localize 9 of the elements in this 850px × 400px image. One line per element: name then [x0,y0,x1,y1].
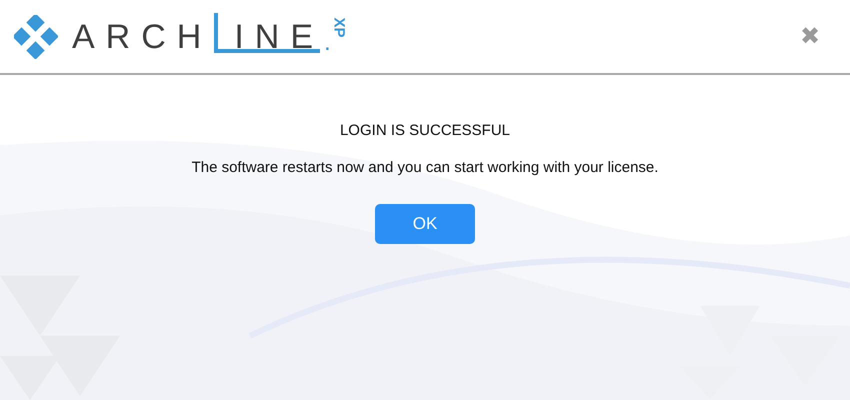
logo-text: INE [234,24,324,48]
ok-button[interactable]: OK [375,204,475,244]
logo-suffix: XP [330,18,348,38]
message-text: The software restarts now and you can start working with your license. [192,159,658,176]
close-button[interactable]: ✖ [800,22,820,51]
logo-dot: . [324,28,331,56]
logo-text: ARCH [72,24,212,48]
dialog-title: LOGIN IS SUCCESSFUL [340,122,510,139]
diamond-logo-icon [14,14,58,58]
